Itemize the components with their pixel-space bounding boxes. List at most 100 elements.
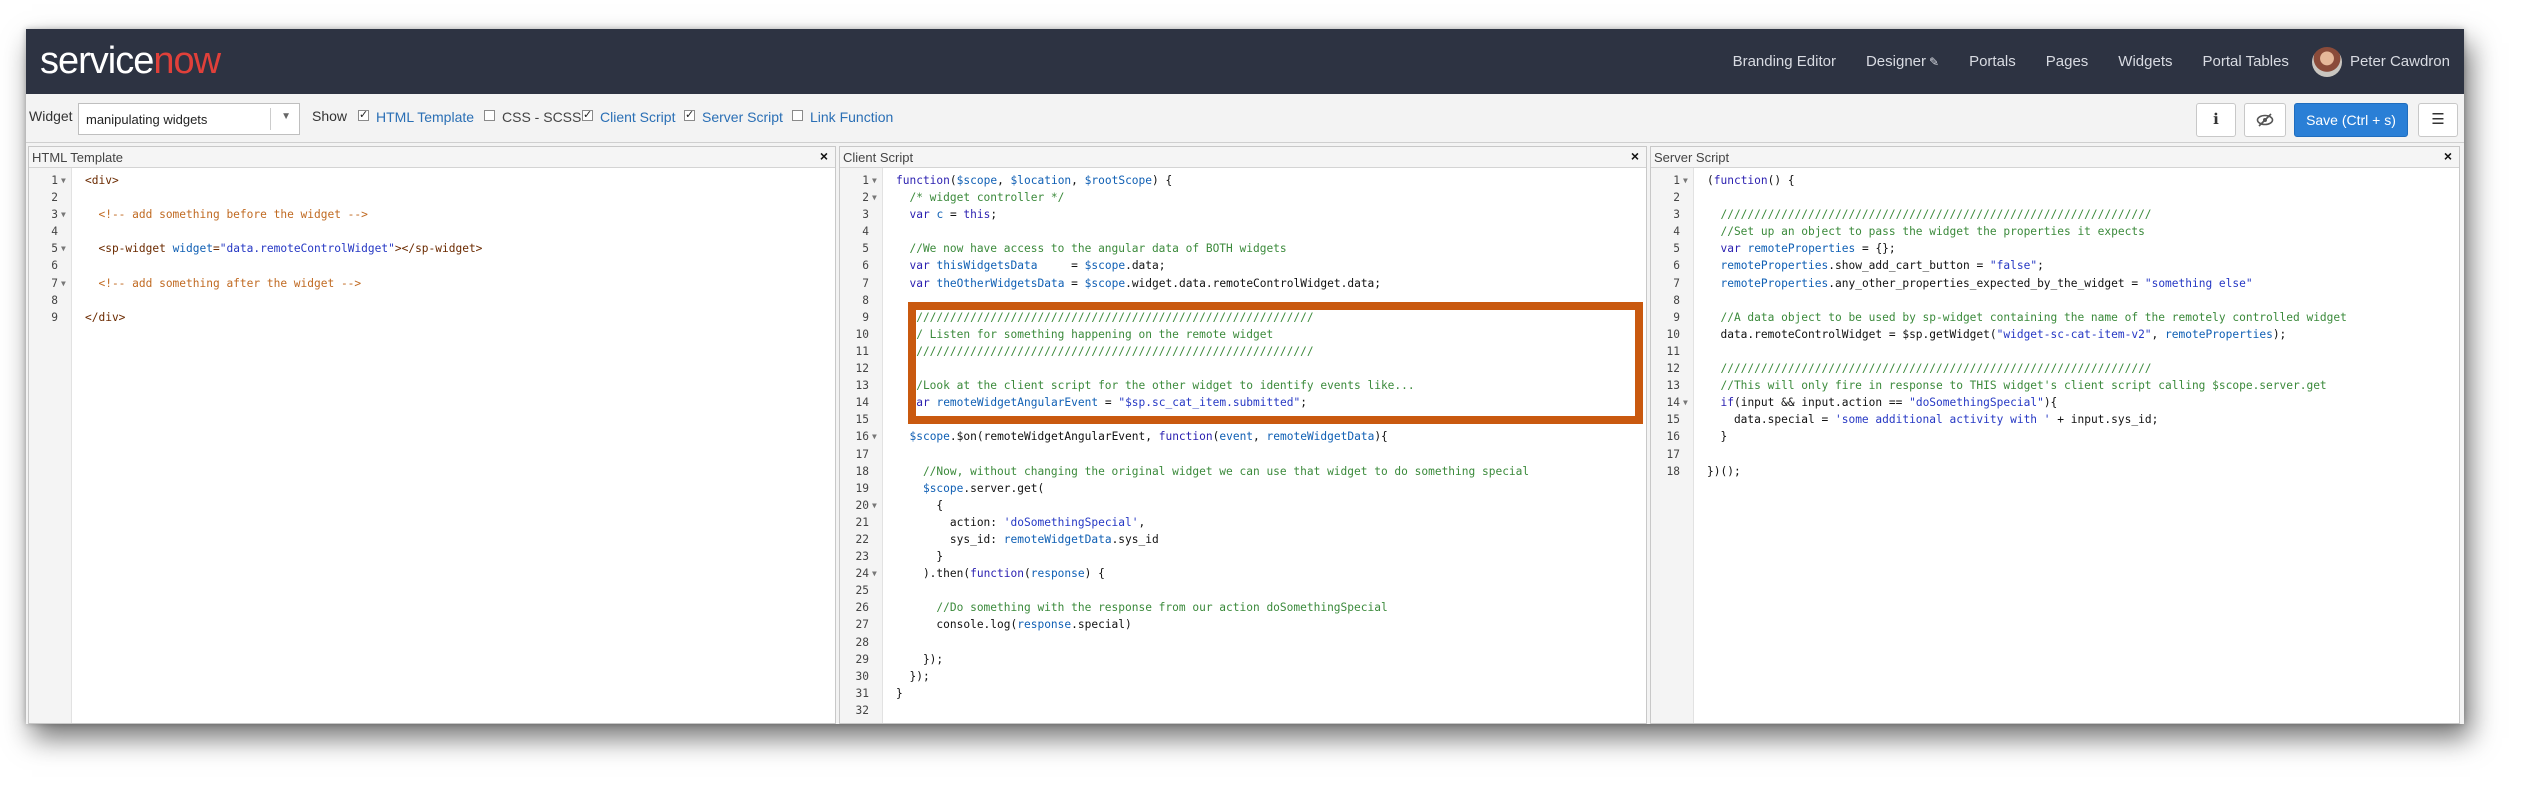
fold-arrow-icon[interactable]: ▼ bbox=[61, 240, 66, 257]
close-icon[interactable]: × bbox=[1631, 148, 1639, 164]
code-line[interactable]: 7 var theOtherWidgetsData = $scope.widge… bbox=[840, 275, 1646, 292]
code-line[interactable]: 1 ▼ <div> bbox=[29, 172, 835, 189]
link-function-toggle-label[interactable]: Link Function bbox=[810, 109, 893, 125]
fold-arrow-icon[interactable]: ▼ bbox=[61, 206, 66, 223]
client-script-checkbox[interactable]: ✓ bbox=[582, 110, 593, 121]
save-button[interactable]: Save (Ctrl + s) bbox=[2294, 103, 2408, 137]
code-editor[interactable]: 1 ▼ function($scope, $location, $rootScope… bbox=[840, 172, 1646, 719]
preview-toggle-button[interactable] bbox=[2244, 103, 2286, 137]
code-line[interactable]: 2 bbox=[1651, 189, 2459, 206]
code-line[interactable]: 16 ▼ $scope.$on(remoteWidgetAngularEvent,… bbox=[840, 428, 1646, 445]
code-line[interactable]: 27 console.log(response.special) bbox=[840, 616, 1646, 633]
code-line[interactable]: 9 //////////////////////////////////////… bbox=[840, 309, 1646, 326]
nav-widgets[interactable]: Widgets bbox=[2103, 53, 2187, 70]
fold-arrow-icon[interactable]: ▼ bbox=[872, 428, 877, 445]
fold-arrow-icon[interactable]: ▼ bbox=[872, 189, 877, 206]
code-line[interactable]: 29 }); bbox=[840, 651, 1646, 668]
code-line[interactable]: 5 //We now have access to the angular da… bbox=[840, 240, 1646, 257]
html-template-checkbox[interactable]: ✓ bbox=[358, 110, 369, 121]
info-button[interactable]: ℹ bbox=[2196, 103, 2236, 137]
code-line[interactable]: 6 remoteProperties.show_add_cart_button … bbox=[1651, 257, 2459, 274]
code-line[interactable]: 6 var thisWidgetsData = $scope.data; bbox=[840, 257, 1646, 274]
code-line[interactable]: 17 bbox=[1651, 446, 2459, 463]
code-line[interactable]: 17 bbox=[840, 446, 1646, 463]
code-line[interactable]: 24 ▼ ).then(function(response) { bbox=[840, 565, 1646, 582]
server-script-toggle-label[interactable]: Server Script bbox=[702, 109, 783, 125]
code-line[interactable]: 22 sys_id: remoteWidgetData.sys_id bbox=[840, 531, 1646, 548]
code-line[interactable]: 23 } bbox=[840, 548, 1646, 565]
code-line[interactable]: 9 </div> bbox=[29, 309, 835, 326]
code-line[interactable]: 1 ▼ (function() { bbox=[1651, 172, 2459, 189]
code-line[interactable]: 14 ▼ if(input && input.action == "doSomet… bbox=[1651, 394, 2459, 411]
nav-designer[interactable]: Designer ✎ bbox=[1851, 53, 1954, 70]
server-script-checkbox[interactable]: ✓ bbox=[684, 110, 695, 121]
code-line[interactable]: 19 $scope.server.get( bbox=[840, 480, 1646, 497]
user-profile[interactable]: Peter Cawdron bbox=[2304, 46, 2464, 77]
code-line[interactable]: 13 //This will only fire in response to … bbox=[1651, 377, 2459, 394]
css-scss-checkbox[interactable] bbox=[484, 110, 495, 121]
code-line[interactable]: 4 //Set up an object to pass the widget … bbox=[1651, 223, 2459, 240]
code-line[interactable]: 25 bbox=[840, 582, 1646, 599]
code-line[interactable]: 12 /////////////////////////////////////… bbox=[1651, 360, 2459, 377]
code-line[interactable]: 7 remoteProperties.any_other_properties_… bbox=[1651, 275, 2459, 292]
code-line[interactable]: 2 ▼ /* widget controller */ bbox=[840, 189, 1646, 206]
code-line[interactable]: 11 /////////////////////////////////////… bbox=[840, 343, 1646, 360]
code-line[interactable]: 14 var remoteWidgetAngularEvent = "$sp.s… bbox=[840, 394, 1646, 411]
nav-portal-tables[interactable]: Portal Tables bbox=[2187, 53, 2303, 70]
code-line[interactable]: 8 bbox=[1651, 292, 2459, 309]
code-line[interactable]: 8 bbox=[840, 292, 1646, 309]
code-line[interactable]: 3 var c = this; bbox=[840, 206, 1646, 223]
code-token: ; bbox=[2037, 259, 2044, 273]
code-line[interactable]: 21 action: 'doSomethingSpecial', bbox=[840, 514, 1646, 531]
close-icon[interactable]: × bbox=[820, 148, 828, 164]
code-line[interactable]: 7 ▼ <!-- add something after the widget -… bbox=[29, 275, 835, 292]
code-line[interactable]: 9 //A data object to be used by sp-widge… bbox=[1651, 309, 2459, 326]
widget-select[interactable]: manipulating widgets ▼ bbox=[78, 103, 300, 135]
fold-arrow-icon[interactable]: ▼ bbox=[872, 497, 877, 514]
code-line[interactable]: 30 }); bbox=[840, 668, 1646, 685]
code-line[interactable]: 15 bbox=[840, 411, 1646, 428]
code-line[interactable]: 2 bbox=[29, 189, 835, 206]
code-line[interactable]: 10 // Listen for something happening on … bbox=[840, 326, 1646, 343]
fold-arrow-icon[interactable]: ▼ bbox=[1683, 394, 1688, 411]
code-line[interactable]: 12 bbox=[840, 360, 1646, 377]
nav-pages[interactable]: Pages bbox=[2031, 53, 2104, 70]
fold-arrow-icon[interactable]: ▼ bbox=[872, 172, 877, 189]
close-icon[interactable]: × bbox=[2444, 148, 2452, 164]
code-editor[interactable]: 1 ▼ (function() {2 3 //////////////////////… bbox=[1651, 172, 2459, 480]
code-line[interactable]: 32 bbox=[840, 702, 1646, 719]
code-line[interactable]: 11 bbox=[1651, 343, 2459, 360]
code-line[interactable]: 16 } bbox=[1651, 428, 2459, 445]
code-line[interactable]: 4 bbox=[29, 223, 835, 240]
link-function-checkbox[interactable] bbox=[792, 110, 803, 121]
nav-portals[interactable]: Portals bbox=[1954, 53, 2031, 70]
code-line[interactable]: 5 var remoteProperties = {}; bbox=[1651, 240, 2459, 257]
nav-branding-editor[interactable]: Branding Editor bbox=[1718, 53, 1851, 70]
code-line[interactable]: 26 //Do something with the response from… bbox=[840, 599, 1646, 616]
code-line[interactable]: 3 ▼ <!-- add something before the widget … bbox=[29, 206, 835, 223]
code-line[interactable]: 10 data.remoteControlWidget = $sp.getWid… bbox=[1651, 326, 2459, 343]
code-line[interactable]: 8 bbox=[29, 292, 835, 309]
code-line[interactable]: 31} bbox=[840, 685, 1646, 702]
code-line[interactable]: 4 bbox=[840, 223, 1646, 240]
code-line[interactable]: 20 ▼ { bbox=[840, 497, 1646, 514]
code-line[interactable]: 5 ▼ <sp-widget widget="data.remoteControl… bbox=[29, 240, 835, 257]
fold-arrow-icon[interactable]: ▼ bbox=[61, 172, 66, 189]
code-line[interactable]: 3 //////////////////////////////////////… bbox=[1651, 206, 2459, 223]
client-script-toggle-label[interactable]: Client Script bbox=[600, 109, 675, 125]
fold-arrow-icon[interactable]: ▼ bbox=[61, 275, 66, 292]
servicenow-logo[interactable]: servicenow bbox=[40, 39, 221, 83]
fold-arrow-icon[interactable]: ▼ bbox=[1683, 172, 1688, 189]
code-line[interactable]: 13 //Look at the client script for the o… bbox=[840, 377, 1646, 394]
code-editor[interactable]: 1 ▼ <div> 2 3 ▼ <!-- add something before the… bbox=[29, 172, 835, 326]
code-line[interactable]: 1 ▼ function($scope, $location, $rootScope… bbox=[840, 172, 1646, 189]
code-line[interactable]: 6 bbox=[29, 257, 835, 274]
code-line[interactable]: 18 //Now, without changing the original … bbox=[840, 463, 1646, 480]
code-line[interactable]: 18})(); bbox=[1651, 463, 2459, 480]
fold-arrow-icon[interactable]: ▼ bbox=[872, 565, 877, 582]
css-scss-toggle-label[interactable]: CSS - SCSS bbox=[502, 109, 581, 125]
menu-button[interactable]: ☰ bbox=[2418, 103, 2458, 137]
code-line[interactable]: 15 data.special = 'some additional activ… bbox=[1651, 411, 2459, 428]
code-line[interactable]: 28 bbox=[840, 634, 1646, 651]
html-template-toggle-label[interactable]: HTML Template bbox=[376, 109, 474, 125]
